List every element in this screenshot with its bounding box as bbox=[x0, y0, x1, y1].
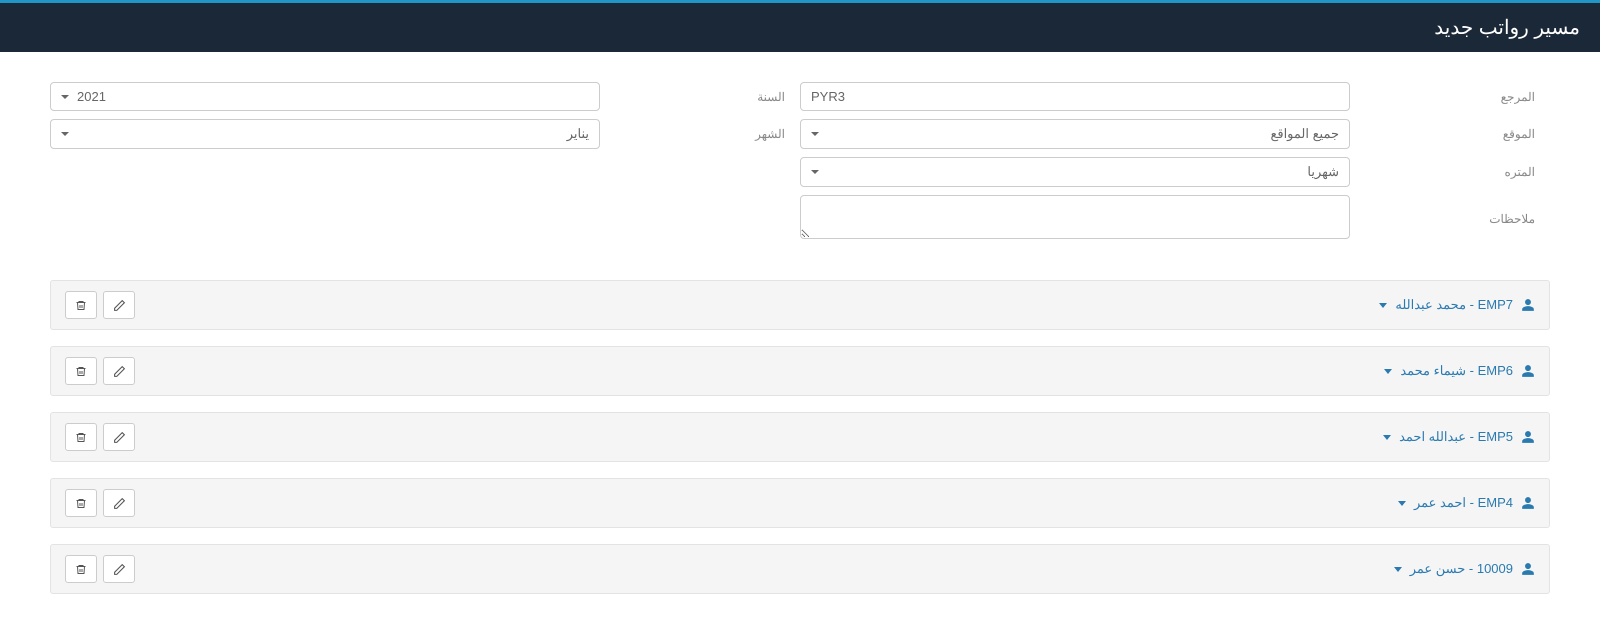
period-dropdown-value: شهريا bbox=[827, 164, 1339, 180]
form-area: المرجع السنة 2021 الموقع جميع المواقع bbox=[0, 52, 1600, 270]
employee-label: EMP6 - شيماء محمد bbox=[1400, 363, 1513, 379]
trash-icon bbox=[75, 431, 87, 444]
chevron-down-icon bbox=[1394, 567, 1402, 572]
panel-actions bbox=[65, 423, 135, 451]
edit-button[interactable] bbox=[103, 555, 135, 583]
employee-panel: EMP4 - احمد عمر bbox=[50, 478, 1550, 528]
employee-panel: 10009 - حسن عمر bbox=[50, 544, 1550, 594]
edit-button[interactable] bbox=[103, 423, 135, 451]
employee-panel-toggle[interactable]: EMP7 - محمد عبدالله bbox=[1379, 297, 1535, 313]
edit-icon bbox=[113, 497, 126, 510]
employee-panel-toggle[interactable]: EMP6 - شيماء محمد bbox=[1384, 363, 1535, 379]
caret-down-icon bbox=[811, 170, 819, 174]
notes-textarea[interactable] bbox=[800, 195, 1350, 239]
panel-actions bbox=[65, 291, 135, 319]
year-dropdown-value: 2021 bbox=[77, 89, 589, 104]
label-year: السنة bbox=[600, 84, 800, 110]
edit-icon bbox=[113, 299, 126, 312]
user-icon bbox=[1521, 562, 1535, 576]
user-icon bbox=[1521, 430, 1535, 444]
edit-icon bbox=[113, 365, 126, 378]
page-title: مسير رواتب جديد bbox=[1434, 17, 1580, 39]
delete-button[interactable] bbox=[65, 423, 97, 451]
employee-label: EMP7 - محمد عبدالله bbox=[1395, 297, 1513, 313]
user-icon bbox=[1521, 364, 1535, 378]
edit-icon bbox=[113, 563, 126, 576]
year-dropdown[interactable]: 2021 bbox=[50, 82, 600, 111]
caret-down-icon bbox=[61, 132, 69, 136]
trash-icon bbox=[75, 563, 87, 576]
employee-panel-toggle[interactable]: EMP4 - احمد عمر bbox=[1398, 495, 1535, 511]
chevron-down-icon bbox=[1398, 501, 1406, 506]
site-dropdown[interactable]: جميع المواقع bbox=[800, 119, 1350, 149]
employee-panel: EMP5 - عبدالله احمد bbox=[50, 412, 1550, 462]
trash-icon bbox=[75, 497, 87, 510]
chevron-down-icon bbox=[1379, 303, 1387, 308]
employee-panel: EMP6 - شيماء محمد bbox=[50, 346, 1550, 396]
site-dropdown-value: جميع المواقع bbox=[827, 126, 1339, 142]
chevron-down-icon bbox=[1384, 369, 1392, 374]
employee-label: EMP4 - احمد عمر bbox=[1414, 495, 1513, 511]
label-month: الشهر bbox=[600, 121, 800, 147]
month-dropdown-value: يناير bbox=[77, 126, 589, 142]
edit-button[interactable] bbox=[103, 357, 135, 385]
trash-icon bbox=[75, 299, 87, 312]
label-reference: المرجع bbox=[1350, 84, 1550, 110]
user-icon bbox=[1521, 496, 1535, 510]
label-site: الموقع bbox=[1350, 121, 1550, 147]
employee-panel-toggle[interactable]: EMP5 - عبدالله احمد bbox=[1383, 429, 1535, 445]
page-header: مسير رواتب جديد bbox=[0, 3, 1600, 52]
delete-button[interactable] bbox=[65, 555, 97, 583]
chevron-down-icon bbox=[1383, 435, 1391, 440]
panel-actions bbox=[65, 555, 135, 583]
employee-list: EMP7 - محمد عبدالله EMP6 - شيماء محمد EMP5… bbox=[0, 270, 1600, 640]
employee-label: 10009 - حسن عمر bbox=[1410, 561, 1513, 577]
delete-button[interactable] bbox=[65, 291, 97, 319]
trash-icon bbox=[75, 365, 87, 378]
month-dropdown[interactable]: يناير bbox=[50, 119, 600, 149]
edit-button[interactable] bbox=[103, 489, 135, 517]
delete-button[interactable] bbox=[65, 489, 97, 517]
label-notes: ملاحظات bbox=[1350, 206, 1550, 232]
panel-actions bbox=[65, 489, 135, 517]
delete-button[interactable] bbox=[65, 357, 97, 385]
edit-button[interactable] bbox=[103, 291, 135, 319]
employee-label: EMP5 - عبدالله احمد bbox=[1399, 429, 1513, 445]
user-icon bbox=[1521, 298, 1535, 312]
period-dropdown[interactable]: شهريا bbox=[800, 157, 1350, 187]
caret-down-icon bbox=[811, 132, 819, 136]
caret-down-icon bbox=[61, 95, 69, 99]
reference-input[interactable] bbox=[800, 82, 1350, 111]
employee-panel: EMP7 - محمد عبدالله bbox=[50, 280, 1550, 330]
employee-panel-toggle[interactable]: 10009 - حسن عمر bbox=[1394, 561, 1535, 577]
edit-icon bbox=[113, 431, 126, 444]
label-period: المتره bbox=[1350, 159, 1550, 185]
panel-actions bbox=[65, 357, 135, 385]
